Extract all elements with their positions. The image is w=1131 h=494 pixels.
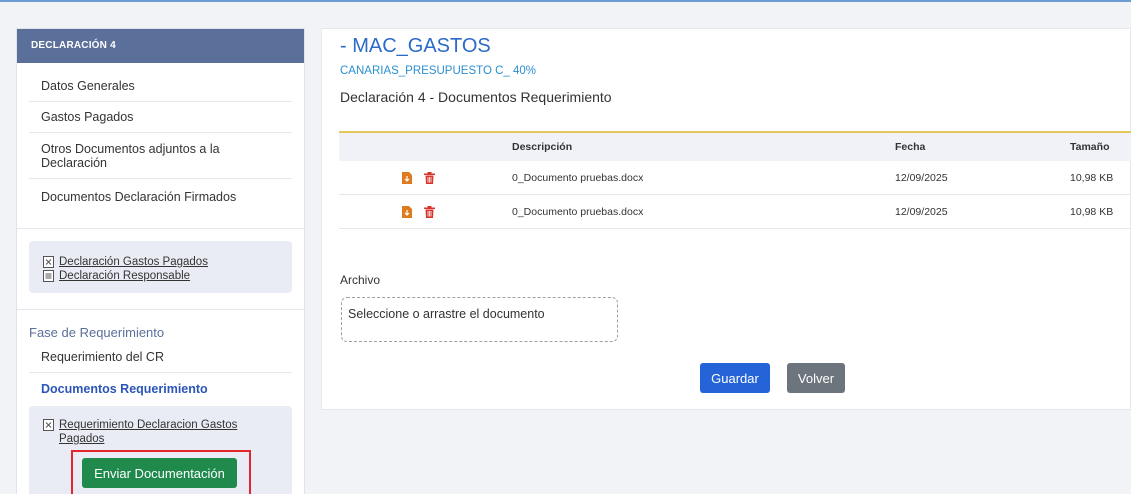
document-file-icon: [43, 270, 54, 282]
cell-tamano: 10,98 KB: [1070, 205, 1114, 218]
link-declaracion-gastos-pagados[interactable]: Declaración Gastos Pagados: [43, 255, 278, 269]
table-header: Descripción Fecha Tamaño: [339, 133, 1131, 161]
excel-file-icon: [43, 256, 54, 268]
column-header-tamano: Tamaño: [1070, 141, 1110, 153]
link-label: Requerimiento Declaracion Gastos Pagados: [59, 419, 238, 445]
save-button[interactable]: Guardar: [700, 363, 770, 393]
cell-descripcion: 0_Documento pruebas.docx: [512, 205, 644, 218]
cell-descripcion: 0_Documento pruebas.docx: [512, 171, 644, 184]
link-requerimiento-declaracion[interactable]: Requerimiento Declaracion Gastos Pagados: [43, 418, 278, 446]
excel-file-icon: [43, 419, 54, 431]
main-panel: - MAC_GASTOS CANARIAS_PRESUPUESTO C_ 40%…: [321, 28, 1131, 410]
documents-table: Descripción Fecha Tamaño 0_Documento pru…: [339, 131, 1131, 229]
divider: [17, 228, 304, 229]
column-header-descripcion: Descripción: [512, 141, 573, 153]
sidebar-item-documentos-firmados[interactable]: Documentos Declaración Firmados: [29, 179, 292, 216]
file-label: Archivo: [340, 273, 381, 287]
trash-icon[interactable]: [424, 205, 435, 218]
sidebar-item-datos-generales[interactable]: Datos Generales: [29, 63, 292, 102]
sidebar-header: DECLARACIÓN 4: [17, 29, 304, 63]
page-title: - MAC_GASTOS: [340, 35, 491, 57]
column-header-fecha: Fecha: [895, 141, 926, 153]
cell-tamano: 10,98 KB: [1070, 171, 1114, 184]
declaration-links-box: Declaración Gastos Pagados Declaración R…: [29, 241, 292, 293]
download-icon[interactable]: [402, 171, 412, 184]
table-row: 0_Documento pruebas.docx 12/09/2025 10,9…: [339, 161, 1131, 195]
page-subtitle: CANARIAS_PRESUPUESTO C_ 40%: [340, 65, 536, 77]
trash-icon[interactable]: [424, 171, 435, 184]
send-documentation-button[interactable]: Enviar Documentación: [82, 458, 237, 488]
sidebar-item-requerimiento-cr[interactable]: Requerimiento del CR: [29, 344, 292, 373]
download-icon[interactable]: [402, 205, 412, 218]
sidebar-item-otros-documentos[interactable]: Otros Documentos adjuntos a la Declaraci…: [29, 133, 292, 179]
sidebar-item-gastos-pagados[interactable]: Gastos Pagados: [29, 102, 292, 133]
table-row: 0_Documento pruebas.docx 12/09/2025 10,9…: [339, 195, 1131, 229]
section-heading: Declaración 4 - Documentos Requerimiento: [340, 89, 612, 105]
link-declaracion-responsable[interactable]: Declaración Responsable: [43, 269, 278, 283]
cell-fecha: 12/09/2025: [895, 171, 948, 184]
sidebar-item-documentos-requerimiento[interactable]: Documentos Requerimiento: [29, 373, 292, 404]
sidebar: DECLARACIÓN 4 Datos Generales Gastos Pag…: [16, 28, 305, 494]
phase-title: Fase de Requerimiento: [29, 325, 165, 340]
back-button[interactable]: Volver: [787, 363, 845, 393]
link-label: Declaración Responsable: [59, 270, 191, 282]
file-dropzone[interactable]: Seleccione o arrastre el documento: [341, 297, 618, 342]
link-label: Declaración Gastos Pagados: [59, 256, 208, 268]
cell-fecha: 12/09/2025: [895, 205, 948, 218]
